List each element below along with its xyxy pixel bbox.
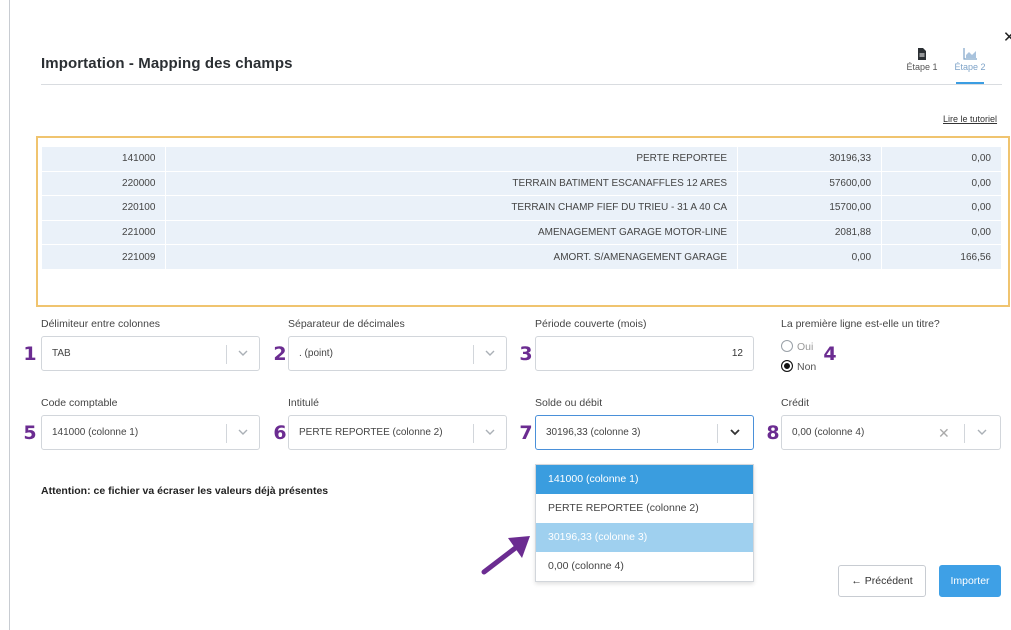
radio-oui-label: Oui: [797, 341, 814, 353]
left-border: [9, 0, 10, 630]
clear-icon[interactable]: ✕: [938, 425, 950, 442]
first-line-label: La première ligne est-elle un titre?: [781, 318, 940, 330]
table-cell: TERRAIN CHAMP FIEF DU TRIEU - 31 A 40 CA: [165, 195, 739, 220]
select-separator: [226, 345, 227, 364]
table-cell: AMORT. S/AMENAGEMENT GARAGE: [165, 244, 739, 269]
chevron-down-icon[interactable]: [483, 346, 497, 360]
dropdown-option[interactable]: 141000 (colonne 1): [536, 465, 753, 494]
credit-value: 0,00 (colonne 4): [792, 427, 865, 438]
chevron-down-icon[interactable]: [975, 425, 989, 439]
table-cell: 166,56: [881, 244, 1002, 269]
table-cell: 0,00: [881, 195, 1002, 220]
intitule-label: Intitulé: [288, 397, 319, 409]
step-badge-6: 6: [273, 422, 287, 444]
header-divider: [41, 84, 1002, 85]
table-cell: 0,00: [881, 146, 1002, 171]
table-cell: 57600,00: [737, 170, 883, 196]
dialog-title: Importation - Mapping des champs: [41, 55, 293, 72]
solde-dropdown-menu: 141000 (colonne 1) PERTE REPORTEE (colon…: [535, 464, 754, 582]
table-row: 221009 AMORT. S/AMENAGEMENT GARAGE 0,00 …: [42, 244, 1002, 269]
delimiter-value: TAB: [52, 348, 71, 359]
radio-non[interactable]: Non: [781, 360, 816, 373]
step-1-label: Étape 1: [906, 62, 938, 72]
table-cell: 0,00: [737, 244, 883, 269]
period-input[interactable]: 12: [535, 336, 754, 371]
pointer-arrow-icon: [481, 536, 530, 575]
table-cell: 221000: [42, 219, 167, 245]
dropdown-option[interactable]: PERTE REPORTEE (colonne 2): [536, 494, 753, 523]
step-1[interactable]: Étape 1: [902, 48, 942, 72]
step-badge-2: 2: [273, 343, 287, 365]
dropdown-option[interactable]: 0,00 (colonne 4): [536, 552, 753, 581]
period-label: Période couverte (mois): [535, 318, 647, 330]
radio-oui[interactable]: Oui: [781, 340, 813, 353]
chevron-down-icon[interactable]: [236, 346, 250, 360]
arrow-left-icon: ←: [851, 575, 865, 587]
radio-non-label: Non: [797, 361, 817, 373]
delimiter-select[interactable]: TAB: [41, 336, 260, 371]
table-row: 220000 TERRAIN BATIMENT ESCANAFFLES 12 A…: [42, 170, 1002, 196]
previous-button[interactable]: ← Précédent: [838, 565, 926, 597]
table-cell: 0,00: [881, 219, 1002, 245]
import-button[interactable]: Importer: [939, 565, 1001, 597]
select-separator: [473, 424, 474, 443]
step-badge-5: 5: [23, 422, 37, 444]
select-separator: [226, 424, 227, 443]
preview-table: 141000 PERTE REPORTEE 30196,33 0,00 2200…: [42, 146, 1002, 269]
table-cell: PERTE REPORTEE: [165, 146, 739, 171]
solde-label: Solde ou débit: [535, 397, 603, 409]
code-label: Code comptable: [41, 397, 118, 409]
chevron-down-icon[interactable]: [236, 425, 250, 439]
chart-icon: [950, 48, 990, 62]
table-cell: 220000: [42, 170, 167, 196]
credit-label: Crédit: [781, 397, 810, 409]
step-badge-3: 3: [519, 343, 533, 365]
table-row: 141000 PERTE REPORTEE 30196,33 0,00: [42, 146, 1002, 171]
solde-select[interactable]: 30196,33 (colonne 3): [535, 415, 754, 450]
select-separator: [717, 424, 718, 443]
credit-select[interactable]: 0,00 (colonne 4) ✕: [781, 415, 1001, 450]
table-cell: 0,00: [881, 170, 1002, 196]
table-cell: AMENAGEMENT GARAGE MOTOR-LINE: [165, 219, 739, 245]
decimal-select[interactable]: . (point): [288, 336, 507, 371]
solde-value: 30196,33 (colonne 3): [546, 427, 641, 438]
step-badge-8: 8: [766, 422, 780, 444]
intitule-value: PERTE REPORTEE (colonne 2): [299, 427, 443, 438]
step-2-label: Étape 2: [954, 62, 986, 72]
chevron-down-icon[interactable]: [483, 425, 497, 439]
previous-button-label: Précédent: [864, 575, 913, 587]
table-row: 221000 AMENAGEMENT GARAGE MOTOR-LINE 208…: [42, 219, 1002, 245]
dropdown-option[interactable]: 30196,33 (colonne 3): [536, 523, 753, 552]
step-2[interactable]: Étape 2: [950, 48, 990, 84]
code-value: 141000 (colonne 1): [52, 427, 139, 438]
decimal-value: . (point): [299, 348, 333, 359]
step-badge-7: 7: [519, 422, 533, 444]
select-separator: [473, 345, 474, 364]
intitule-select[interactable]: PERTE REPORTEE (colonne 2): [288, 415, 507, 450]
step-badge-1: 1: [23, 343, 37, 365]
table-cell: 30196,33: [737, 146, 883, 171]
period-value: 12: [731, 348, 743, 359]
table-cell: 221009: [42, 244, 167, 269]
table-cell: 15700,00: [737, 195, 883, 220]
document-icon: [902, 48, 942, 62]
chevron-down-icon[interactable]: [728, 425, 742, 439]
table-cell: 141000: [42, 146, 167, 171]
delimiter-label: Délimiteur entre colonnes: [41, 318, 161, 330]
radio-circle: [781, 340, 793, 352]
decimal-label: Séparateur de décimales: [288, 318, 405, 330]
table-row: 220100 TERRAIN CHAMP FIEF DU TRIEU - 31 …: [42, 195, 1002, 220]
tutorial-link[interactable]: Lire le tutoriel: [943, 114, 997, 124]
table-cell: 220100: [42, 195, 167, 220]
radio-circle: [781, 360, 793, 372]
table-cell: 2081,88: [737, 219, 883, 245]
code-select[interactable]: 141000 (colonne 1): [41, 415, 260, 450]
close-icon[interactable]: ✕: [1003, 28, 1011, 46]
overwrite-warning: Attention: ce fichier va écraser les val…: [41, 485, 329, 497]
select-separator: [964, 424, 965, 443]
step-badge-4: 4: [823, 343, 837, 365]
table-cell: TERRAIN BATIMENT ESCANAFFLES 12 ARES: [165, 170, 739, 196]
